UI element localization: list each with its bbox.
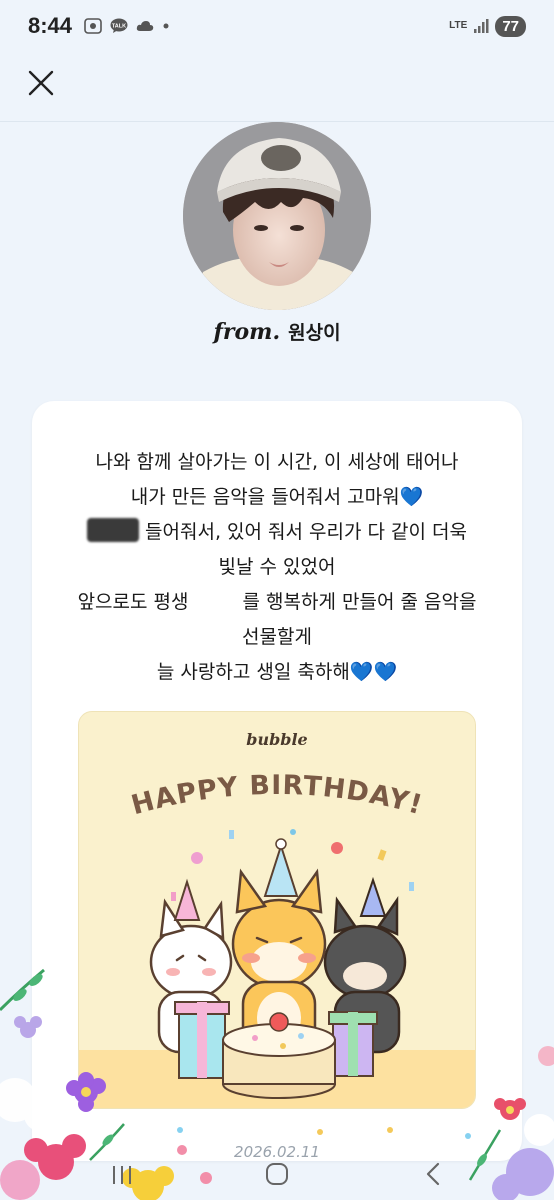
message-line: 선물할게 bbox=[242, 626, 312, 648]
message-line: 늘 사랑하고 생일 축하해💙💙 bbox=[156, 661, 398, 683]
redacted-text bbox=[86, 518, 139, 542]
message-line: 들어줘서, 있어 줘서 우리가 다 같이 더욱 bbox=[32, 515, 522, 550]
back-icon[interactable] bbox=[414, 1156, 454, 1192]
puppies-illustration bbox=[79, 829, 475, 1108]
message-line: 나와 함께 살아가는 이 시간, 이 세상에 태어나 bbox=[95, 451, 459, 473]
message-line-text: 앞으로도 평생 bbox=[77, 591, 189, 613]
message-line: 빛날 수 있었어 bbox=[218, 556, 336, 578]
letter-message: 나와 함께 살아가는 이 시간, 이 세상에 태어나 내가 만든 음악을 들어줘… bbox=[32, 445, 522, 690]
signal-icon bbox=[474, 19, 489, 33]
screenshot-icon bbox=[84, 18, 102, 34]
system-nav-bar bbox=[0, 1148, 554, 1200]
message-line: 앞으로도 평생 를 행복하게 만들어 줄 음악을 bbox=[32, 585, 522, 620]
dot-icon bbox=[163, 23, 169, 29]
message-line-text: 들어줘서, 있어 줘서 우리가 다 같이 더욱 bbox=[145, 521, 467, 543]
sender-name[interactable]: 원상이 bbox=[288, 318, 340, 345]
message-line: 내가 만든 음악을 들어줘서 고마워💙 bbox=[130, 486, 424, 508]
battery-badge: 77 bbox=[495, 15, 526, 37]
home-icon[interactable] bbox=[257, 1156, 297, 1192]
header bbox=[0, 52, 554, 122]
status-bar: 8:44 TALK LTE 77 bbox=[0, 0, 554, 52]
close-icon[interactable] bbox=[24, 66, 58, 100]
status-right: LTE 77 bbox=[449, 15, 526, 37]
bubble-logo: bubble bbox=[246, 730, 308, 749]
talk-icon: TALK bbox=[110, 18, 128, 33]
network-label: LTE bbox=[449, 20, 468, 31]
letter-card: 나와 함께 살아가는 이 시간, 이 세상에 태어나 내가 만든 음악을 들어줘… bbox=[32, 401, 522, 1161]
from-label: from. bbox=[213, 319, 281, 345]
from-row: from. 원상이 bbox=[0, 318, 554, 345]
status-time: 8:44 bbox=[28, 13, 73, 38]
message-line-text: 를 행복하게 만들어 줄 음악을 bbox=[242, 591, 477, 613]
recent-apps-icon[interactable] bbox=[102, 1156, 142, 1192]
cloud-icon bbox=[136, 21, 154, 31]
birthday-card-image: bubble HAPPY BIRTHDAY! bbox=[78, 711, 476, 1109]
svg-text:TALK: TALK bbox=[112, 24, 126, 30]
avatar-photo bbox=[183, 122, 371, 310]
avatar[interactable] bbox=[183, 122, 371, 310]
status-notification-icons: TALK bbox=[84, 18, 170, 34]
